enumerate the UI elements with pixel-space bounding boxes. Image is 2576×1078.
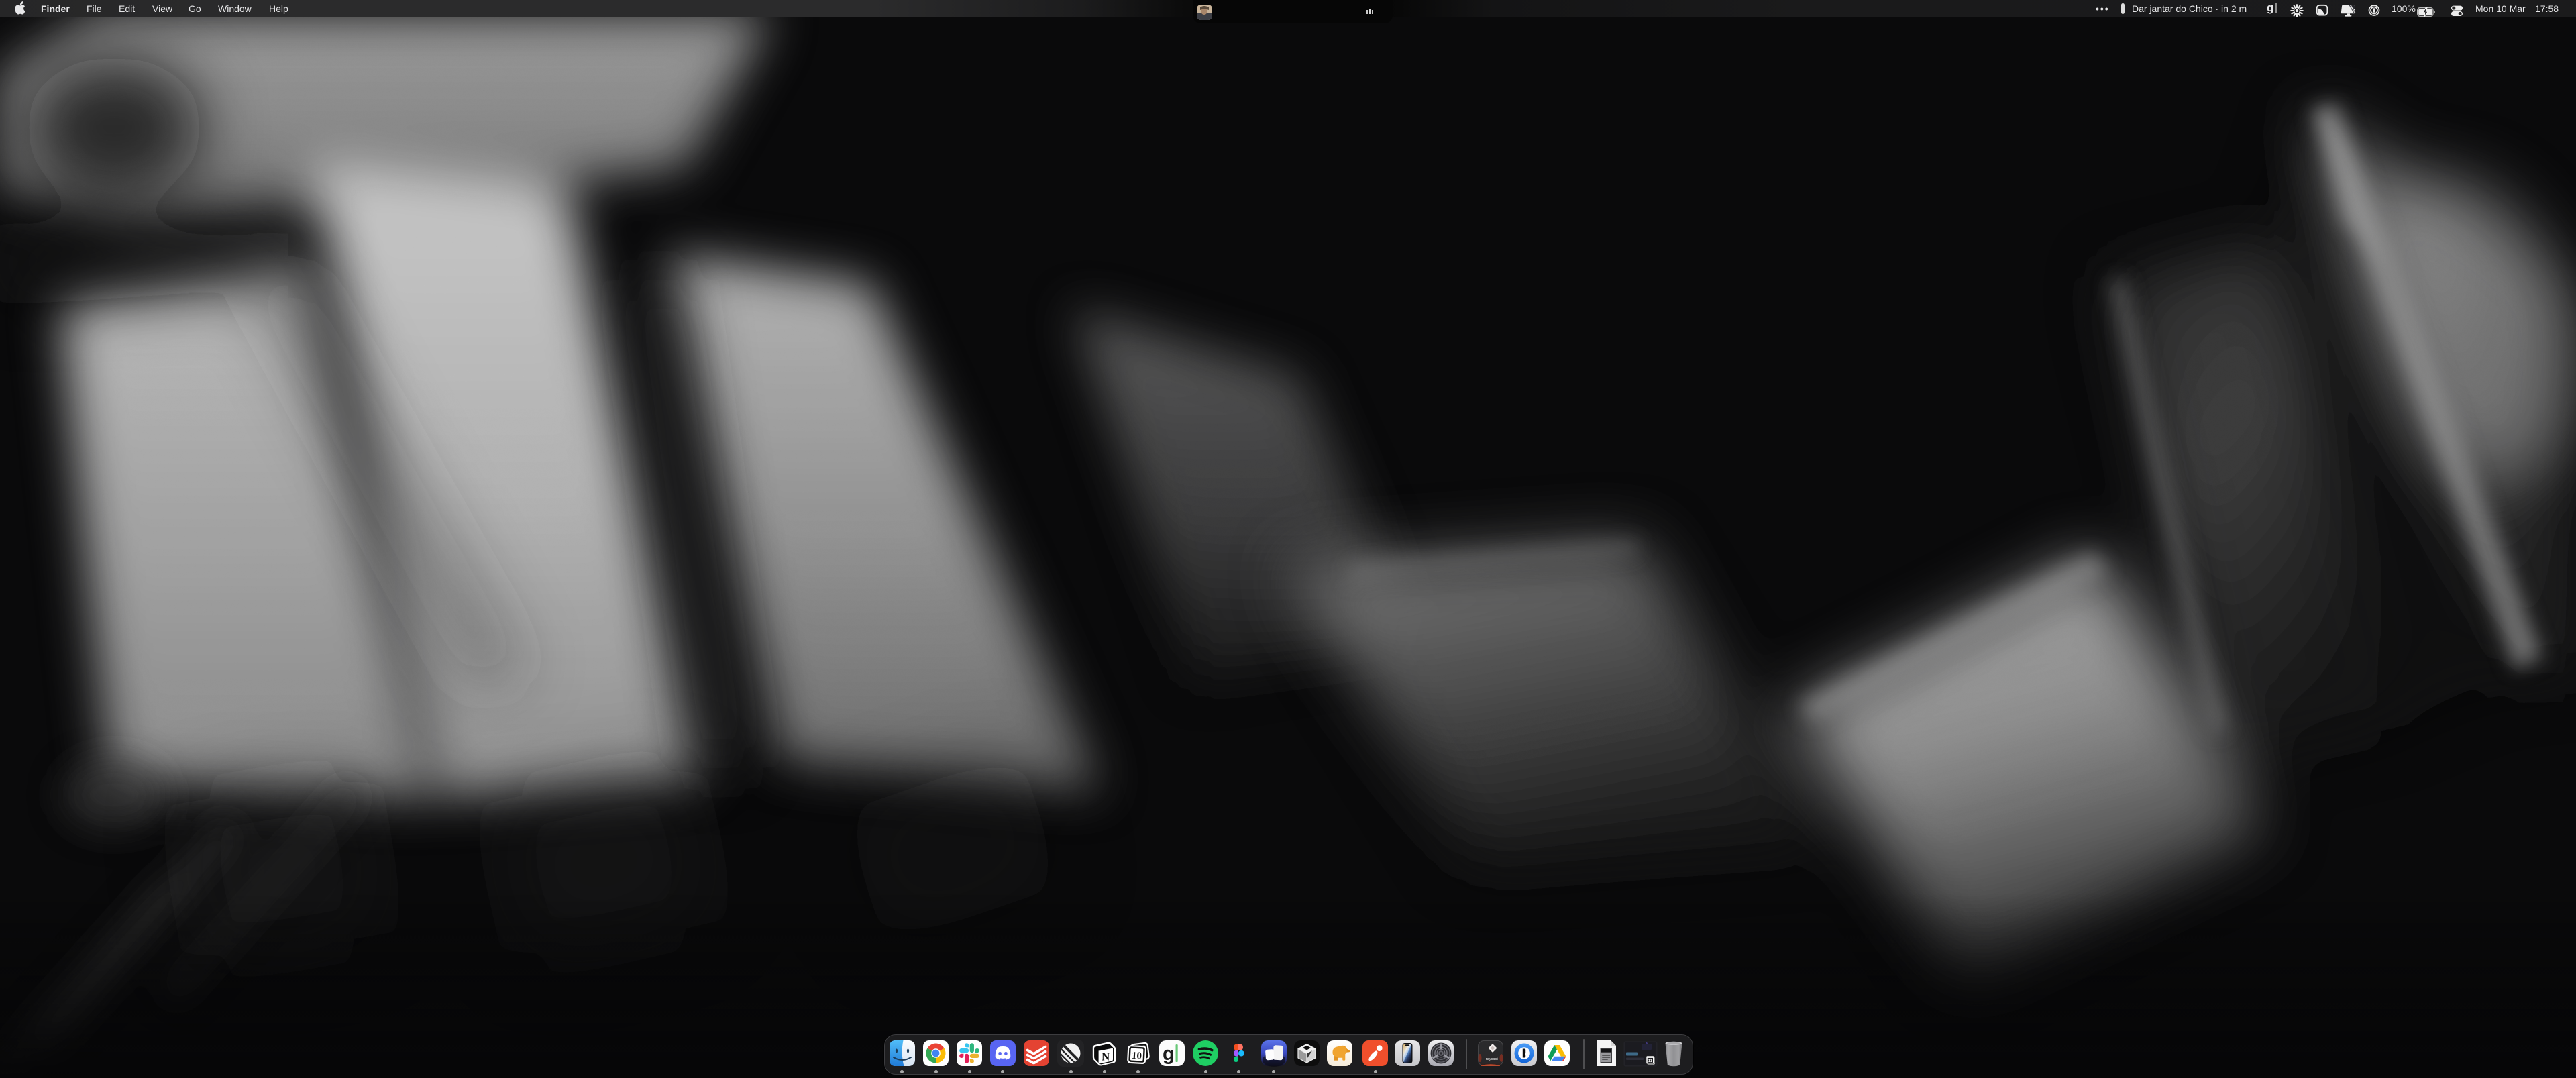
- svg-text:10: 10: [1132, 1050, 1142, 1062]
- svg-text:N: N: [1102, 1050, 1110, 1063]
- svg-text:g: g: [1163, 1043, 1175, 1065]
- svg-text:raycast: raycast: [1486, 1057, 1498, 1061]
- svg-text:11: 11: [1648, 1059, 1652, 1063]
